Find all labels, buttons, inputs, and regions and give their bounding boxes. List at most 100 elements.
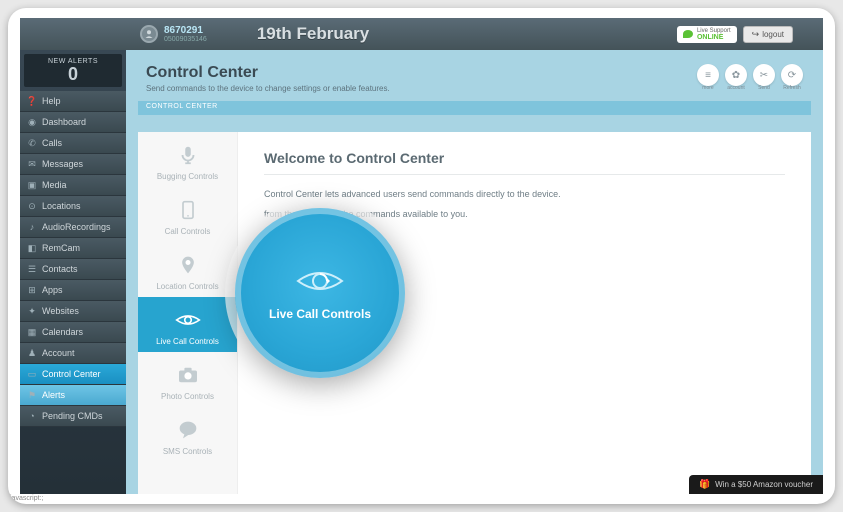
spotlight-label: Live Call Controls (269, 307, 371, 321)
nav-label: Dashboard (42, 117, 86, 127)
header-icon-label: Refresh (783, 85, 801, 91)
nav-icon: ⚑ (27, 390, 37, 400)
nav-label: Control Center (42, 369, 101, 379)
nav-icon: ▭ (27, 369, 37, 379)
eye-icon (175, 307, 201, 333)
topbar: 8670291 05009035146 19th February Live S… (20, 18, 823, 50)
nav-icon: ◉ (27, 117, 37, 127)
pin-icon (175, 252, 201, 278)
header-icon-label: account (727, 85, 745, 91)
header-icon-Refresh[interactable]: ⟳Refresh (781, 64, 803, 86)
nav-icon: ⊙ (27, 201, 37, 211)
nav-icon: ⊞ (27, 285, 37, 295)
header-icon-label: more (702, 85, 713, 91)
subnav-item-bugging-controls[interactable]: Bugging Controls (138, 132, 237, 187)
nav-icon: ◧ (27, 243, 37, 253)
nav-icon: ▦ (27, 327, 37, 337)
bubble-icon (175, 417, 201, 443)
account-sub: 05009035146 (164, 36, 207, 43)
sidebar-item-control-center[interactable]: ▭ Control Center (20, 364, 126, 385)
nav-label: Locations (42, 201, 81, 211)
subnav-label: Location Controls (142, 282, 233, 291)
main-heading: Welcome to Control Center (264, 150, 785, 166)
content-area: Control Center Send commands to the devi… (126, 50, 823, 494)
sidebar-item-apps[interactable]: ⊞ Apps (20, 280, 126, 301)
sidebar-item-websites[interactable]: ✦ Websites (20, 301, 126, 322)
header-icon-account[interactable]: ✿account (725, 64, 747, 86)
sidebar-item-calls[interactable]: ✆ Calls (20, 133, 126, 154)
nav-label: Help (42, 96, 61, 106)
sidebar-item-messages[interactable]: ✉Messages (20, 154, 126, 175)
live-support-status: ONLINE (697, 34, 731, 41)
nav-label: Contacts (42, 264, 78, 274)
subnav-label: Bugging Controls (142, 172, 233, 181)
account-info: 8670291 05009035146 (164, 25, 207, 43)
sidebar-item-media[interactable]: ▣ Media (20, 175, 126, 196)
sidebar-item-contacts[interactable]: ☰ Contacts (20, 259, 126, 280)
nav-label: Calls (42, 138, 62, 148)
logout-button[interactable]: logout (743, 26, 793, 43)
subnav-label: Photo Controls (142, 392, 233, 401)
footer-note: javascript:; (10, 495, 43, 502)
nav-icon: ♪ (27, 222, 37, 232)
nav-label: Messages (42, 159, 83, 169)
date-display: 19th February (257, 24, 369, 44)
header-icon-label: Send (758, 85, 770, 91)
live-support-label: Live Support (697, 28, 731, 34)
sidebar-item-audiorecordings[interactable]: ♪ AudioRecordings (20, 217, 126, 238)
nav-label: Account (42, 348, 75, 358)
nav-label: AudioRecordings (42, 222, 111, 232)
sidebar-item-dashboard[interactable]: ◉ Dashboard (20, 112, 126, 133)
nav-label: Media (42, 180, 67, 190)
camera-icon (175, 362, 201, 388)
subnav-item-live-call-controls[interactable]: Live Call Controls (138, 297, 237, 352)
mic-icon (175, 142, 201, 168)
phone-icon (175, 197, 201, 223)
sidebar-item-help[interactable]: ❓Help (20, 91, 126, 112)
nav-icon: ♟ (27, 348, 37, 358)
sidebar-item-account[interactable]: ♟ Account (20, 343, 126, 364)
subnav-item-sms-controls[interactable]: SMS Controls (138, 407, 237, 462)
nav-label: Apps (42, 285, 63, 295)
nav-icon: ☰ (27, 264, 37, 274)
divider (264, 174, 785, 175)
nav-icon: ✦ (27, 306, 37, 316)
nav-label: Websites (42, 306, 79, 316)
page-header: Control Center Send commands to the devi… (126, 50, 823, 101)
subnav-label: SMS Controls (142, 447, 233, 456)
spotlight-bubble: Live Call Controls (235, 208, 405, 378)
header-icon-more[interactable]: ≡more (697, 64, 719, 86)
header-icon-row: ≡more ✿account ✂Send ⟳Refresh (697, 64, 803, 86)
nav-label: Alerts (42, 390, 65, 400)
subnav-item-photo-controls[interactable]: Photo Controls (138, 352, 237, 407)
nav-icon: ▣ (27, 180, 37, 190)
account-number: 8670291 (164, 25, 207, 36)
logout-label: logout (762, 30, 784, 39)
sidebar-item-remcam[interactable]: ◧ RemCam (20, 238, 126, 259)
sidebar-item-alerts[interactable]: ⚑ Alerts (20, 385, 126, 406)
tabstrip: CONTROL CENTER (138, 101, 811, 115)
main-p1: Control Center lets advanced users send … (264, 189, 785, 199)
subnav: Bugging Controls Call Controls Location Co… (138, 132, 238, 494)
nav-icon: ◔ (27, 411, 37, 421)
sidebar-item-locations[interactable]: ⊙ Locations (20, 196, 126, 217)
header-icon-Send[interactable]: ✂Send (753, 64, 775, 86)
alerts-count: 0 (28, 65, 118, 83)
subnav-item-location-controls[interactable]: Location Controls (138, 242, 237, 297)
subnav-label: Call Controls (142, 227, 233, 236)
sidebar-item-pending-cmds[interactable]: ◔Pending CMDs (20, 406, 126, 427)
nav-label: RemCam (42, 243, 80, 253)
live-support-badge[interactable]: Live Support ONLINE (677, 26, 737, 43)
header-icon-glyph: ⟳ (788, 70, 796, 81)
subnav-item-call-controls[interactable]: Call Controls (138, 187, 237, 242)
eye-icon (296, 265, 344, 297)
sidebar: new alerts 0 ❓Help ◉ Dashboard ✆ Calls ✉Messa… (20, 50, 126, 494)
header-icon-glyph: ≡ (705, 70, 711, 81)
alerts-counter[interactable]: new alerts 0 (24, 54, 122, 87)
nav-icon: ✆ (27, 138, 37, 148)
nav-list: ❓Help ◉ Dashboard ✆ Calls ✉Messages ▣ Media ⊙ Loc… (20, 91, 126, 427)
avatar[interactable] (140, 25, 158, 43)
sidebar-item-calendars[interactable]: ▦ Calendars (20, 322, 126, 343)
promo-banner[interactable]: Win a $50 Amazon voucher (689, 475, 823, 494)
nav-label: Calendars (42, 327, 83, 337)
